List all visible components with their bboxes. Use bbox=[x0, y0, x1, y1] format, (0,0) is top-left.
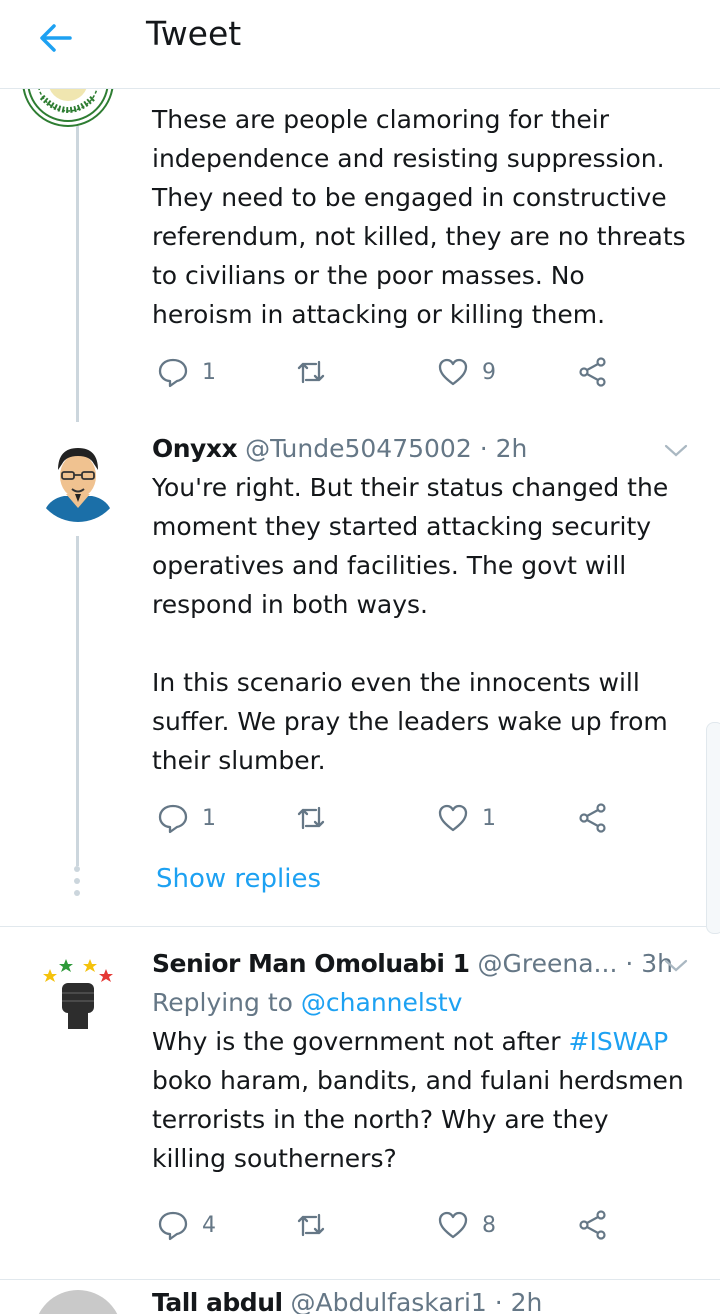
author-handle[interactable]: @Abdulfaskari1 bbox=[291, 1288, 487, 1314]
thread-line bbox=[76, 536, 79, 866]
text-part: Why is the government not after bbox=[152, 1027, 569, 1056]
tweet-text: You're right. But their status changed t… bbox=[152, 473, 669, 775]
reply-button[interactable]: 1 bbox=[156, 798, 216, 838]
author-name[interactable]: Onyxx bbox=[152, 434, 238, 463]
tweet-2[interactable]: Onyxx @Tunde50475002 · 2h You're right. … bbox=[0, 420, 720, 925]
author-handle[interactable]: @Greena... bbox=[478, 949, 618, 978]
tweet-content: These are people clamoring for their ind… bbox=[152, 100, 690, 334]
cartoon-man-avatar bbox=[34, 434, 122, 522]
tweet-content: Onyxx @Tunde50475002 · 2h You're right. … bbox=[152, 430, 690, 780]
reply-count: 4 bbox=[202, 1212, 216, 1238]
avatar[interactable] bbox=[34, 949, 122, 1037]
chevron-down-icon[interactable] bbox=[662, 951, 690, 979]
mention-link[interactable]: @channelstv bbox=[301, 988, 463, 1017]
tweet-header: Tall abdul @Abdulfaskari1 · 2h bbox=[152, 1284, 690, 1314]
like-button[interactable]: 9 bbox=[436, 352, 496, 392]
top-bar: Tweet bbox=[0, 0, 720, 89]
timestamp: · 2h bbox=[479, 434, 528, 463]
author-name[interactable]: Tall abdul bbox=[152, 1288, 283, 1314]
heart-icon bbox=[438, 804, 468, 832]
like-button[interactable]: 1 bbox=[436, 798, 496, 838]
page-title: Tweet bbox=[146, 14, 242, 53]
share-button[interactable] bbox=[576, 352, 610, 392]
avatar[interactable] bbox=[34, 1290, 122, 1314]
tweet-content: Senior Man Omoluabi 1 @Greena... · 3h Re… bbox=[152, 945, 690, 1178]
tweet-actions: 1 9 bbox=[152, 352, 622, 392]
replying-to: Replying to @channelstv bbox=[152, 983, 690, 1022]
heart-icon bbox=[438, 1211, 468, 1239]
tweet-text: Why is the government not after #ISWAP b… bbox=[152, 1022, 690, 1178]
reply-icon bbox=[158, 358, 188, 388]
retweet-button[interactable] bbox=[294, 352, 328, 392]
tweet-header: Onyxx @Tunde50475002 · 2h bbox=[152, 430, 690, 468]
avatar[interactable] bbox=[34, 434, 122, 522]
share-icon bbox=[579, 803, 606, 833]
scroll-handle[interactable] bbox=[706, 722, 720, 934]
timestamp: · 2h bbox=[494, 1288, 543, 1314]
retweet-icon bbox=[297, 806, 325, 830]
tweet-4[interactable]: Tall abdul @Abdulfaskari1 · 2h bbox=[0, 1280, 720, 1314]
author-name[interactable]: Senior Man Omoluabi 1 bbox=[152, 949, 470, 978]
arrow-left-icon bbox=[40, 24, 72, 52]
reply-icon bbox=[158, 804, 188, 834]
tweet-text: These are people clamoring for their ind… bbox=[152, 105, 686, 329]
like-count: 9 bbox=[482, 359, 496, 385]
thread-line bbox=[76, 126, 79, 422]
share-icon bbox=[579, 357, 606, 387]
retweet-button[interactable] bbox=[294, 798, 328, 838]
retweet-button[interactable] bbox=[294, 1205, 328, 1245]
tweet-actions: 1 1 bbox=[152, 798, 622, 838]
heart-icon bbox=[438, 358, 468, 386]
share-button[interactable] bbox=[576, 1205, 610, 1245]
fist-avatar bbox=[43, 959, 113, 1029]
more-replies-dots bbox=[73, 866, 82, 902]
share-icon bbox=[579, 1210, 606, 1240]
share-button[interactable] bbox=[576, 798, 610, 838]
like-count: 1 bbox=[482, 805, 496, 831]
reply-button[interactable]: 1 bbox=[156, 352, 216, 392]
like-count: 8 bbox=[482, 1212, 496, 1238]
retweet-icon bbox=[297, 360, 325, 384]
back-button[interactable] bbox=[34, 16, 78, 60]
reply-count: 1 bbox=[202, 805, 216, 831]
reply-button[interactable]: 4 bbox=[156, 1205, 216, 1245]
tweet-actions: 4 8 bbox=[152, 1205, 622, 1245]
chevron-down-icon[interactable] bbox=[662, 436, 690, 464]
replying-label: Replying to bbox=[152, 988, 293, 1017]
text-part: boko haram, bandits, and fulani herdsmen… bbox=[152, 1066, 684, 1173]
author-handle[interactable]: @Tunde50475002 bbox=[245, 434, 472, 463]
tweet-content: Tall abdul @Abdulfaskari1 · 2h bbox=[152, 1284, 690, 1314]
show-replies-link[interactable]: Show replies bbox=[156, 864, 321, 894]
reply-count: 1 bbox=[202, 359, 216, 385]
hashtag-link[interactable]: #ISWAP bbox=[569, 1027, 669, 1056]
reply-icon bbox=[158, 1211, 188, 1241]
tweet-3[interactable]: Senior Man Omoluabi 1 @Greena... · 3h Re… bbox=[0, 927, 720, 1287]
tweet-header: Senior Man Omoluabi 1 @Greena... · 3h bbox=[152, 945, 690, 983]
like-button[interactable]: 8 bbox=[436, 1205, 496, 1245]
retweet-icon bbox=[297, 1213, 325, 1237]
